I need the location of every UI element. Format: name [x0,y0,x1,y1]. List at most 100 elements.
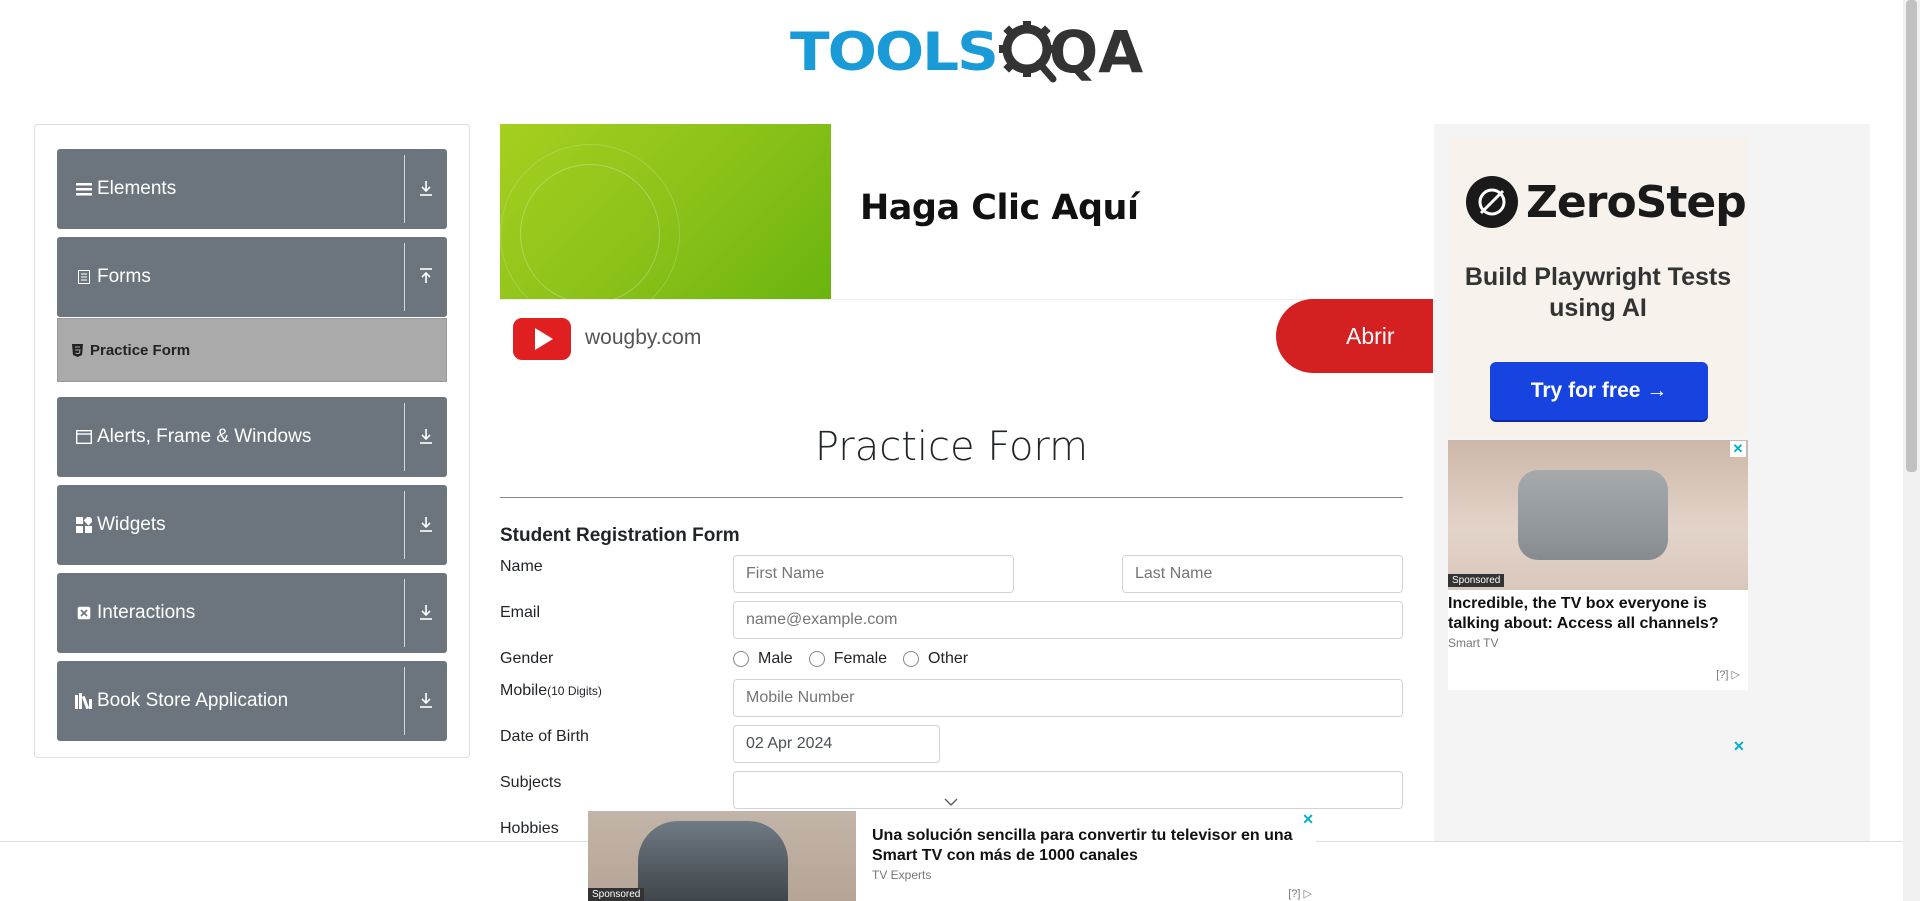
sidebar-group-alerts[interactable]: Alerts, Frame & Windows [57,397,447,477]
gender-radio-male[interactable]: Male [733,650,793,668]
radio-label: Other [928,650,969,667]
adinfo-text: [?] [1716,669,1729,681]
download-arrow-icon[interactable] [415,176,437,200]
last-name-input[interactable] [1122,555,1403,593]
sidebar-group-label: Widgets [97,514,166,535]
radio-circle[interactable] [733,651,749,667]
bottom-ad-title[interactable]: Una solución sencilla para convertir tu … [872,826,1302,866]
tv-box-promo[interactable]: Sponsored ✕ Incredible, the TV box every… [1448,440,1748,690]
radio-label: Female [833,650,888,667]
divider [404,243,405,311]
subjects-input[interactable] [733,771,1403,809]
download-arrow-icon[interactable] [415,424,437,448]
upload-arrow-icon[interactable] [415,264,437,288]
interactions-icon [75,604,93,622]
mobile-number-input[interactable] [733,679,1403,717]
bottom-ad[interactable]: Sponsored Una solución sencilla para con… [588,811,1316,901]
zerostep-brand: ZeroStep [1526,176,1747,228]
decor-ring [500,144,680,324]
radio-label: Male [758,650,793,667]
promo-source: Smart TV [1448,636,1499,650]
sidebar-group-label: Alerts, Frame & Windows [97,426,312,447]
close-icon[interactable]: ✕ [1730,441,1746,457]
books-icon [75,692,93,710]
divider [404,491,405,559]
email-input[interactable] [733,601,1403,639]
date-of-birth-input[interactable]: 02 Apr 2024 [733,725,940,763]
download-arrow-icon[interactable] [415,512,437,536]
sidebar-group-book-store[interactable]: Book Store Application [57,661,447,741]
adchoices-icon[interactable]: [?] ▷ [1716,668,1740,681]
divider [500,497,1403,498]
sidebar-group-label: Book Store Application [97,690,289,711]
mobile-label-text: Mobile [500,682,548,699]
ad-open-button-label: Abrir [1346,322,1395,349]
sidebar-group-label: Interactions [97,602,196,623]
download-arrow-icon[interactable] [415,600,437,624]
date-of-birth-label: Date of Birth [500,728,589,745]
sponsored-badge: Sponsored [588,888,645,901]
email-label: Email [500,604,541,621]
ad-headline[interactable]: Haga Clic Aquí [860,188,1139,228]
device-illustration [638,821,788,901]
window-icon [75,428,93,446]
form-subtitle: Student Registration Form [500,525,740,546]
right-ad-column: ZeroStep Build Playwright Tests using AI… [1434,124,1870,901]
sidebar-group-label: Elements [97,178,177,199]
divider [404,403,405,471]
hobbies-label: Hobbies [500,820,559,837]
youtube-icon [513,318,571,360]
top-ad-banner[interactable]: Haga Clic Aquí wougby.com Abrir [500,124,1433,374]
promo-title[interactable]: Incredible, the TV box everyone is talki… [1448,594,1744,634]
sidebar-group-forms[interactable]: Forms [57,237,447,317]
close-icon[interactable]: ✕ [1733,738,1745,755]
zerostep-logo: ZeroStep [1466,176,1747,228]
logo-text-tools: TOOLS [790,21,999,83]
sidebar-item-label: Practice Form [90,341,191,359]
toolsqa-logo[interactable]: TOOLS QA [790,14,1143,90]
ad-open-button[interactable]: Abrir [1276,299,1433,373]
zerostep-mark-icon [1466,176,1518,228]
name-label: Name [500,558,543,575]
form-icon [75,268,93,286]
mobile-label: Mobile(10 Digits) [500,682,602,700]
page-title: Practice Form [814,424,1089,470]
try-for-free-button[interactable]: Try for free → [1490,362,1708,420]
divider [404,579,405,647]
bottom-ad-source: TV Experts [872,868,932,882]
ad-domain[interactable]: wougby.com [585,326,701,350]
sidebar: Elements Forms Practice Form Alerts, Fra… [34,124,470,758]
sidebar-group-widgets[interactable]: Widgets [57,485,447,565]
gender-radio-group: Male Female Other [733,650,984,668]
divider [404,155,405,223]
gender-radio-other[interactable]: Other [903,650,968,668]
vertical-scrollbar[interactable] [1903,0,1920,901]
download-arrow-icon[interactable] [415,688,437,712]
radio-circle[interactable] [903,651,920,667]
gender-radio-female[interactable]: Female [808,650,888,668]
zerostep-tagline: Build Playwright Tests using AI [1464,263,1732,322]
close-icon[interactable]: ✕ [1302,811,1314,828]
chevron-down-icon[interactable] [944,795,958,809]
divider [500,299,1433,300]
sidebar-group-interactions[interactable]: Interactions [57,573,447,653]
scrollbar-thumb[interactable] [1906,0,1917,472]
sidebar-item-practice-form[interactable]: Practice Form [57,318,447,382]
hamburger-icon [75,180,93,198]
gender-label: Gender [500,650,554,667]
first-name-input[interactable] [733,555,1014,593]
mobile-label-hint: (10 Digits) [547,684,602,698]
sponsored-badge: Sponsored [1448,574,1505,587]
subjects-label: Subjects [500,774,562,791]
device-illustration [1518,470,1668,560]
radio-circle[interactable] [808,651,825,667]
promo-image [1448,440,1748,590]
html5-icon [72,343,86,357]
adinfo-text: [?] [1288,888,1301,900]
zerostep-ad[interactable]: ZeroStep Build Playwright Tests using AI… [1448,136,1748,436]
adchoices-icon[interactable]: [?] ▷ [1288,887,1312,900]
sidebar-group-elements[interactable]: Elements [57,149,447,229]
widgets-icon [75,516,93,534]
page: TOOLS QA Elements Forms Practice Form Al… [0,0,1920,901]
divider [404,667,405,735]
